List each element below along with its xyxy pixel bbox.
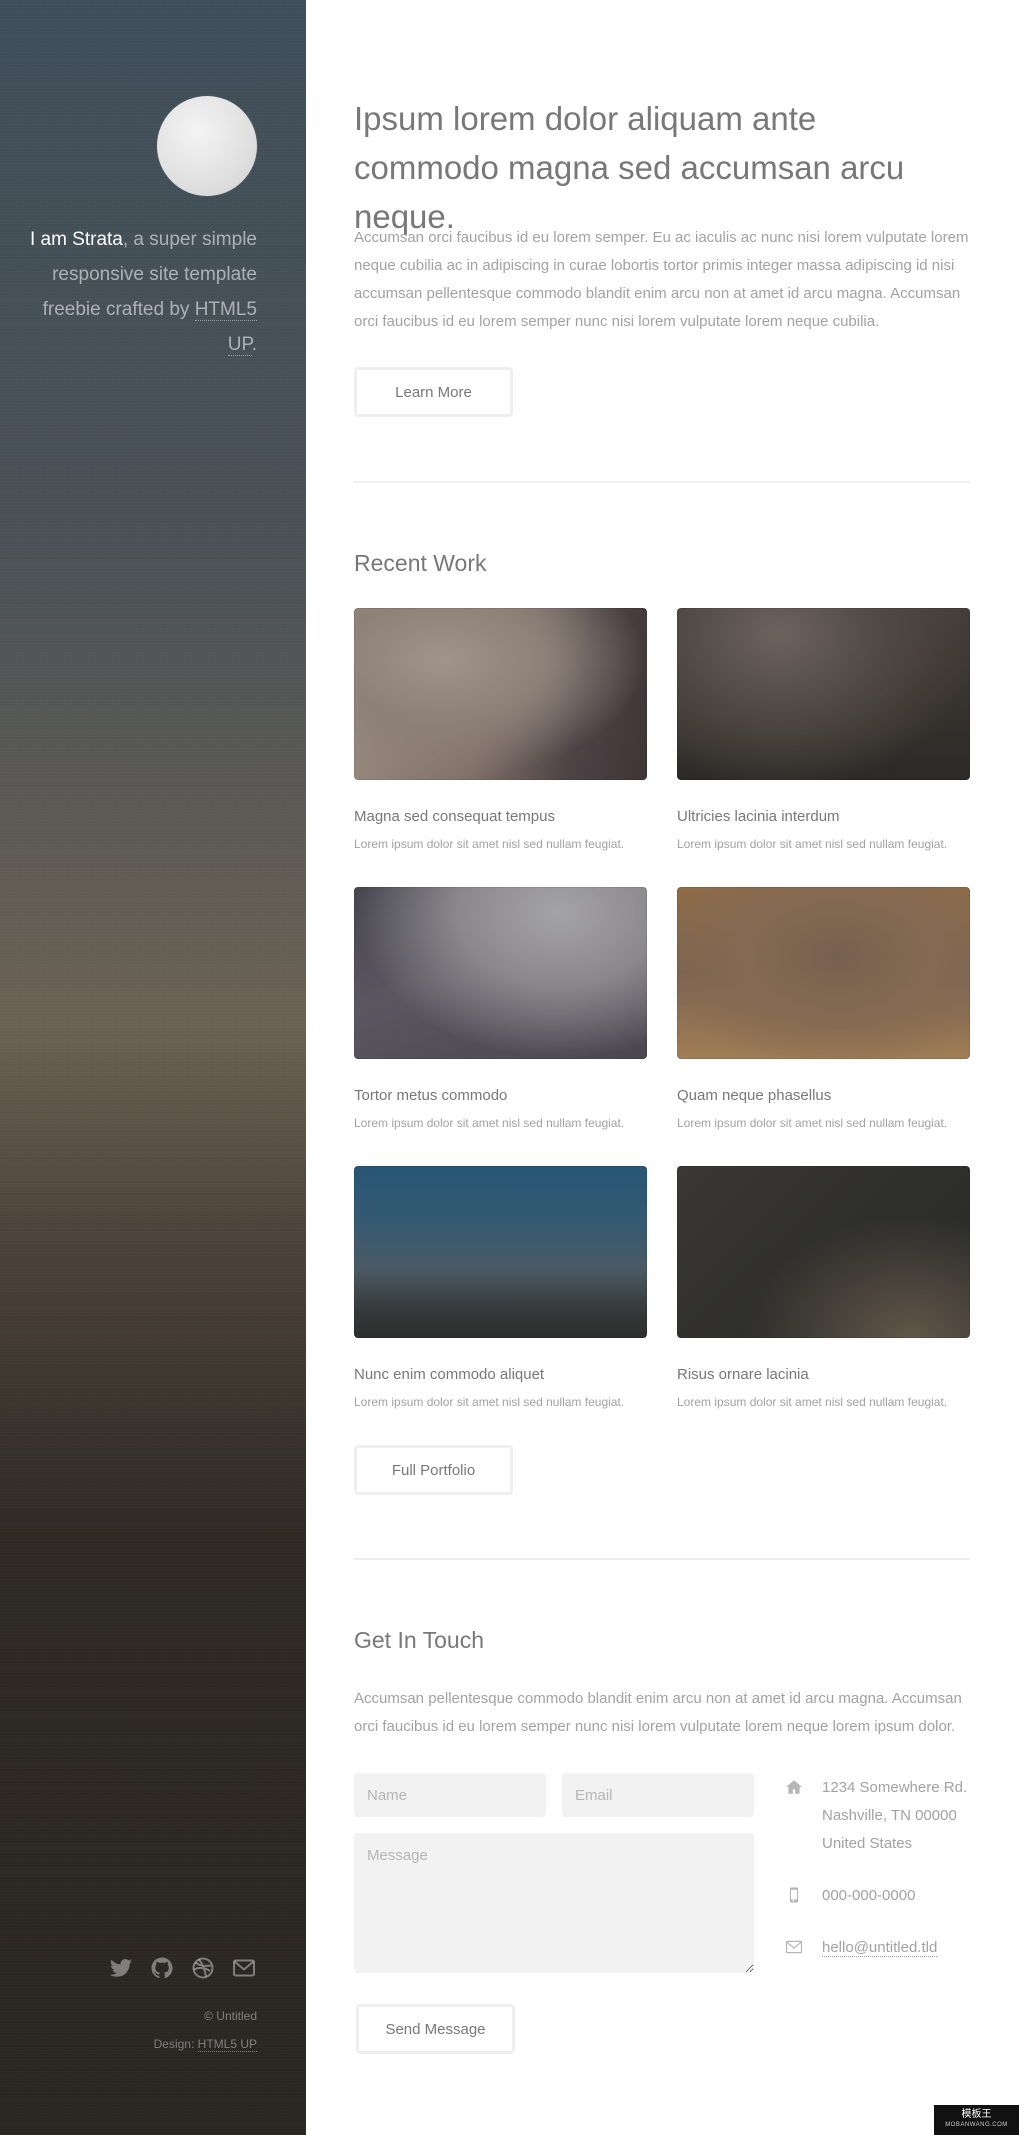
work-item: Quam neque phasellus Lorem ipsum dolor s… [677,887,970,1131]
name-input[interactable] [354,1773,546,1817]
phone-text: 000-000-0000 [822,1887,916,1904]
recent-work-heading: Recent Work [354,550,487,576]
work-thumbnail[interactable] [354,1166,647,1338]
design-prefix: Design: [153,2037,198,2051]
social-links [108,1955,257,1981]
work-item: Nunc enim commodo aliquet Lorem ipsum do… [354,1166,647,1410]
message-textarea[interactable] [354,1833,754,1973]
work-description: Lorem ipsum dolor sit amet nisl sed null… [354,1395,625,1409]
work-description: Lorem ipsum dolor sit amet nisl sed null… [677,1116,948,1130]
work-description: Lorem ipsum dolor sit amet nisl sed null… [677,837,948,851]
work-description: Lorem ipsum dolor sit amet nisl sed null… [354,837,625,851]
work-thumbnail[interactable] [677,608,970,780]
work-thumbnail[interactable] [354,887,647,1059]
learn-more-button[interactable]: Learn More [354,367,513,417]
intro-name: I am Strata [29,229,123,250]
avatar[interactable] [157,96,257,196]
work-description: Lorem ipsum dolor sit amet nisl sed null… [677,1395,948,1409]
phone-info: 000-000-0000 [784,1882,915,1910]
intro-text: I am Strata, a super simple responsive s… [27,222,257,362]
full-portfolio-button[interactable]: Full Portfolio [354,1445,513,1495]
email-wrapper: hello@untitled.tld [822,1934,938,1962]
design-credit: Design: HTML5 UP [154,2030,257,2058]
work-item: Ultricies lacinia interdum Lorem ipsum d… [677,608,970,852]
address-info: 1234 Somewhere Rd. Nashville, TN 00000 U… [784,1774,967,1858]
section-divider [354,481,970,483]
twitter-icon[interactable] [108,1955,134,1981]
watermark-logo: 模板王 MOBANWANG.COM [934,2105,1019,2135]
work-item: Risus ornare lacinia Lorem ipsum dolor s… [677,1166,970,1410]
hero-title: Ipsum lorem dolor aliquam ante commodo m… [354,100,905,235]
envelope-icon[interactable] [231,1955,257,1981]
envelope-icon [784,1934,804,1962]
watermark-subtitle: MOBANWANG.COM [945,2122,1008,2128]
work-description: Lorem ipsum dolor sit amet nisl sed null… [354,1116,625,1130]
work-thumbnail[interactable] [354,608,647,780]
work-item: Tortor metus commodo Lorem ipsum dolor s… [354,887,647,1131]
home-icon [784,1774,804,1858]
email-link[interactable]: hello@untitled.tld [822,1939,938,1957]
mobile-phone-icon [784,1882,804,1910]
email-input[interactable] [562,1773,754,1817]
work-title: Nunc enim commodo aliquet [354,1366,545,1383]
work-thumbnail[interactable] [677,1166,970,1338]
work-title: Quam neque phasellus [677,1087,832,1104]
send-message-button[interactable]: Send Message [356,2004,515,2054]
html5up-link[interactable]: HTML5 UP [194,299,257,356]
intro-period: . [251,334,257,355]
hero-text: Accumsan orci faucibus id eu lorem sempe… [354,229,969,330]
contact-heading: Get In Touch [354,1627,484,1653]
copyright-text: © Untitled [204,2009,257,2023]
work-title: Ultricies lacinia interdum [677,808,840,825]
work-item: Magna sed consequat tempus Lorem ipsum d… [354,608,647,852]
contact-text: Accumsan pellentesque commodo blandit en… [354,1690,962,1735]
work-title: Risus ornare lacinia [677,1366,809,1383]
watermark-title: 模板王 [961,2109,992,2120]
work-title: Magna sed consequat tempus [354,808,555,825]
github-icon[interactable] [149,1955,175,1981]
address-text: 1234 Somewhere Rd. Nashville, TN 00000 U… [822,1779,968,1852]
email-info: hello@untitled.tld [784,1934,938,1962]
work-thumbnail[interactable] [677,887,970,1059]
section-divider [354,1558,970,1560]
sidebar: I am Strata, a super simple responsive s… [0,0,306,2135]
dribbble-icon[interactable] [190,1955,216,1981]
design-link[interactable]: HTML5 UP [197,2037,257,2052]
work-title: Tortor metus commodo [354,1087,508,1104]
footer-copyright: © Untitled Design: HTML5 UP [154,2002,257,2058]
